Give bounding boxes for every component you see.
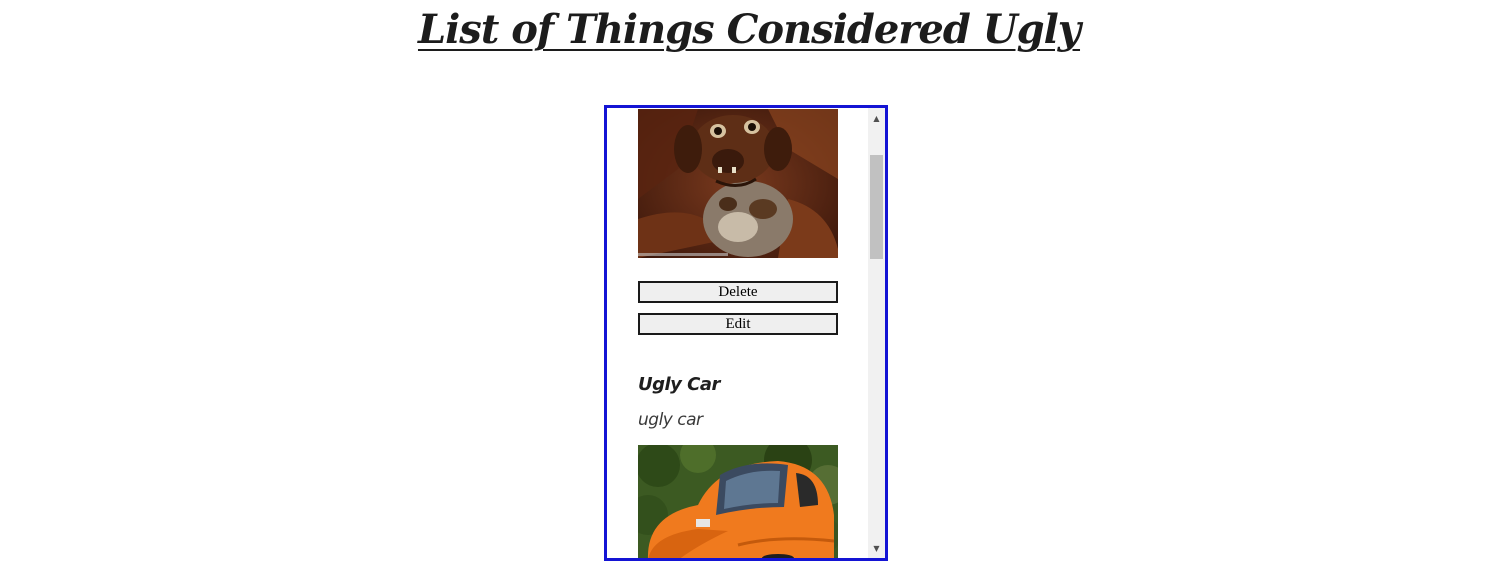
ugly-dog-image	[638, 109, 838, 258]
ugly-car-image	[638, 445, 838, 558]
edit-button[interactable]: Edit	[638, 313, 838, 335]
things-list-content: Delete Edit Ugly Car ugly car	[638, 108, 838, 558]
scroll-down-arrow-icon[interactable]: ▼	[868, 540, 885, 557]
scrollbar-thumb[interactable]	[870, 155, 883, 259]
page-title: List of Things Considered Ugly	[417, 6, 1081, 53]
delete-button[interactable]: Delete	[638, 281, 838, 303]
item-description: ugly car	[638, 410, 703, 430]
item-title: Ugly Car	[638, 374, 720, 395]
list-scrollbar[interactable]: ▲ ▼	[868, 108, 885, 558]
things-list-panel[interactable]: Delete Edit Ugly Car ugly car ▲ ▼	[604, 105, 888, 561]
scroll-up-arrow-icon[interactable]: ▲	[868, 110, 885, 127]
